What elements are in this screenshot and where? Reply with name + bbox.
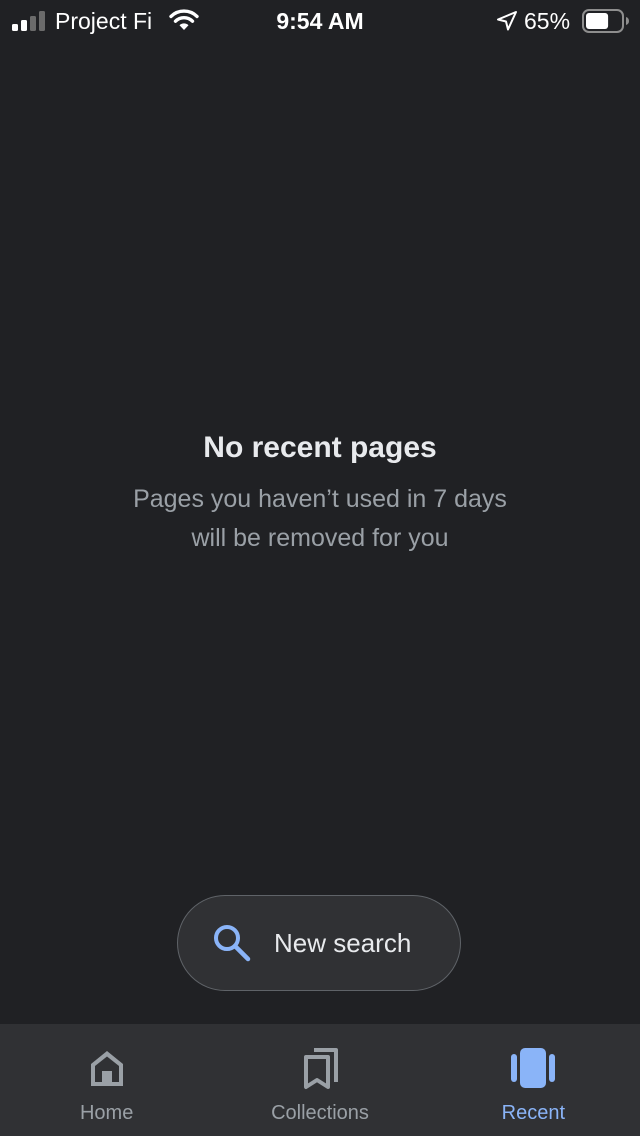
new-search-button[interactable]: New search (177, 895, 461, 991)
bottom-nav: Home Collections Recent (0, 1024, 640, 1136)
nav-item-collections[interactable]: Collections (213, 1024, 426, 1136)
nav-label-recent: Recent (501, 1102, 565, 1124)
battery-percent: 65% (524, 8, 571, 34)
empty-state-subtitle: Pages you haven’t used in 7 days will be… (0, 480, 640, 558)
recent-icon (511, 1048, 556, 1088)
recent-screen: Project Fi 9:54 AM 65% No recent pages P… (0, 0, 640, 1136)
nav-label-home: Home (79, 1102, 134, 1124)
new-search-label: New search (274, 927, 412, 958)
empty-state-subtitle-line1: Pages you haven’t used in 7 days (133, 485, 507, 513)
nav-label-collections: Collections (271, 1102, 369, 1124)
nav-item-home[interactable]: Home (0, 1024, 213, 1136)
empty-state: No recent pages Pages you haven’t used i… (0, 428, 640, 558)
location-arrow-icon (497, 11, 517, 31)
battery-icon (582, 9, 629, 33)
empty-state-subtitle-line2: will be removed for you (191, 524, 449, 552)
status-bar: Project Fi 9:54 AM 65% (0, 0, 640, 42)
search-icon (214, 925, 251, 962)
nav-item-recent[interactable]: Recent (427, 1024, 640, 1136)
empty-state-title: No recent pages (203, 431, 437, 464)
home-icon (90, 1051, 123, 1086)
collections-icon (303, 1048, 338, 1089)
